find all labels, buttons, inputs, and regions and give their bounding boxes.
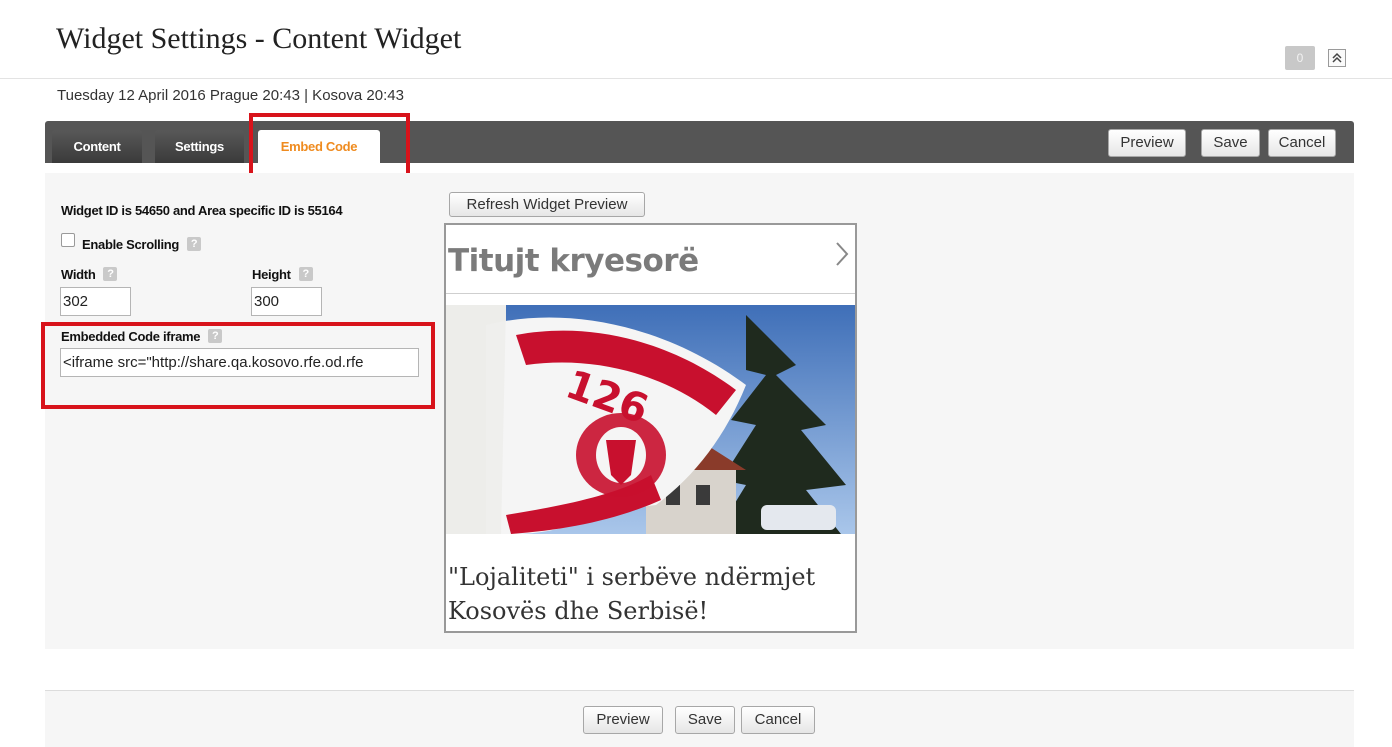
footer-save-button[interactable]: Save xyxy=(675,706,735,734)
tab-content[interactable]: Content xyxy=(52,130,142,163)
save-button[interactable]: Save xyxy=(1201,129,1260,157)
flag-photo: 126 xyxy=(446,305,855,534)
enable-scrolling-checkbox[interactable] xyxy=(61,233,75,247)
article-caption[interactable]: "Lojaliteti" i serbëve ndërmjet Kosovës … xyxy=(448,560,848,628)
chevron-right-icon[interactable] xyxy=(835,241,849,267)
widget-header: Titujt kryesorë xyxy=(446,225,855,294)
date-time-line: Tuesday 12 April 2016 Prague 20:43 | Kos… xyxy=(57,87,404,104)
height-label: Height xyxy=(252,267,313,282)
widget-title: Titujt kryesorë xyxy=(448,243,699,279)
enable-scrolling-label: Enable Scrolling xyxy=(82,237,202,252)
footer-bar: Preview Save Cancel xyxy=(45,690,1354,747)
double-chevron-up-icon xyxy=(1332,52,1342,63)
height-input[interactable]: 300 xyxy=(251,287,322,316)
help-icon[interactable] xyxy=(103,267,118,281)
help-icon[interactable] xyxy=(298,267,313,281)
settings-panel: Widget ID is 54650 and Area specific ID … xyxy=(41,173,1354,649)
page-title: Widget Settings - Content Widget xyxy=(56,22,462,55)
preview-button[interactable]: Preview xyxy=(1108,129,1186,157)
header-divider xyxy=(0,78,1392,79)
tab-bar: Content Settings Embed Code Preview Save… xyxy=(45,121,1354,163)
article-image[interactable]: 126 xyxy=(446,305,855,534)
widget-preview: Titujt kryesorë 126 "Lojaliteti" i serbë… xyxy=(444,223,857,633)
refresh-widget-preview-button[interactable]: Refresh Widget Preview xyxy=(449,192,645,217)
cancel-button[interactable]: Cancel xyxy=(1268,129,1336,157)
help-icon[interactable] xyxy=(187,237,202,251)
tab-settings[interactable]: Settings xyxy=(155,130,244,163)
footer-cancel-button[interactable]: Cancel xyxy=(741,706,815,734)
collapse-button[interactable] xyxy=(1328,49,1346,67)
widget-id-text: Widget ID is 54650 and Area specific ID … xyxy=(61,203,343,218)
width-label: Width xyxy=(61,267,118,282)
notification-counter[interactable]: 0 xyxy=(1285,46,1315,70)
footer-preview-button[interactable]: Preview xyxy=(583,706,663,734)
width-input[interactable]: 302 xyxy=(60,287,131,316)
embed-code-highlight xyxy=(41,322,435,409)
